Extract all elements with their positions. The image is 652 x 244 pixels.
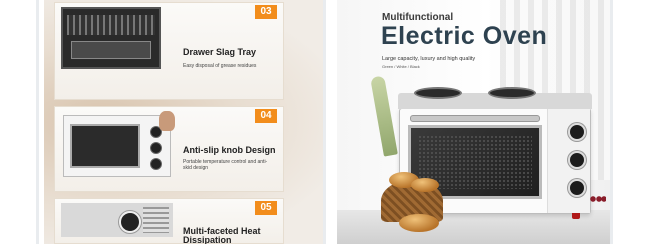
hotplate-icon xyxy=(414,87,462,99)
hand-photo xyxy=(159,111,175,131)
oven-window xyxy=(70,124,140,168)
right-gutter xyxy=(610,0,613,244)
slag-tray xyxy=(71,41,151,59)
feature-number: 03 xyxy=(255,5,277,19)
hero-tagline: Large capacity, luxury and high quality xyxy=(382,56,476,62)
feature-04: 04 Anti-slip knob Design Portable temper… xyxy=(54,106,284,192)
table-surface xyxy=(337,210,610,244)
feature-03: 03 Drawer Slag Tray Easy disposal of gre… xyxy=(54,2,284,100)
cherries xyxy=(590,196,606,202)
product-hero-image[interactable]: Multifunctional Electric Oven Large capa… xyxy=(337,0,610,244)
knob-icon xyxy=(150,158,162,170)
color-options: Green / White / Black xyxy=(382,64,420,69)
oven-foot xyxy=(572,213,580,219)
hotplate-icon xyxy=(488,87,536,99)
product-detail-image-left[interactable]: 03 Drawer Slag Tray Easy disposal of gre… xyxy=(44,0,323,244)
knob-icon xyxy=(568,179,586,197)
drawer-tray-photo xyxy=(61,7,161,69)
knob-icon xyxy=(119,211,141,233)
knob-icon xyxy=(568,151,586,169)
door-handle xyxy=(410,115,540,122)
feature-description: Portable temperature control and anti-sk… xyxy=(183,159,268,171)
control-panel xyxy=(547,109,590,213)
left-gutter xyxy=(36,0,39,244)
hero-title: Electric Oven xyxy=(381,22,548,50)
rack-grid xyxy=(67,15,155,35)
bread-loaf xyxy=(411,178,439,192)
oven-side-photo xyxy=(61,203,173,237)
feature-number: 05 xyxy=(255,201,277,215)
vent-icon xyxy=(143,207,169,233)
feature-title: Anti-slip knob Design xyxy=(183,145,276,155)
bread-loaf xyxy=(399,214,439,232)
oven-photo xyxy=(63,115,171,177)
middle-gutter xyxy=(323,0,326,244)
knob-icon xyxy=(568,123,586,141)
feature-title: Multi-faceted Heat Dissipation xyxy=(183,226,261,244)
feature-title: Drawer Slag Tray xyxy=(183,47,257,57)
feature-description: Easy disposal of grease residues xyxy=(183,63,257,69)
feature-05: 05 Multi-faceted Heat Dissipation xyxy=(54,198,284,244)
feature-number: 04 xyxy=(255,109,277,123)
knob-icon xyxy=(150,142,162,154)
